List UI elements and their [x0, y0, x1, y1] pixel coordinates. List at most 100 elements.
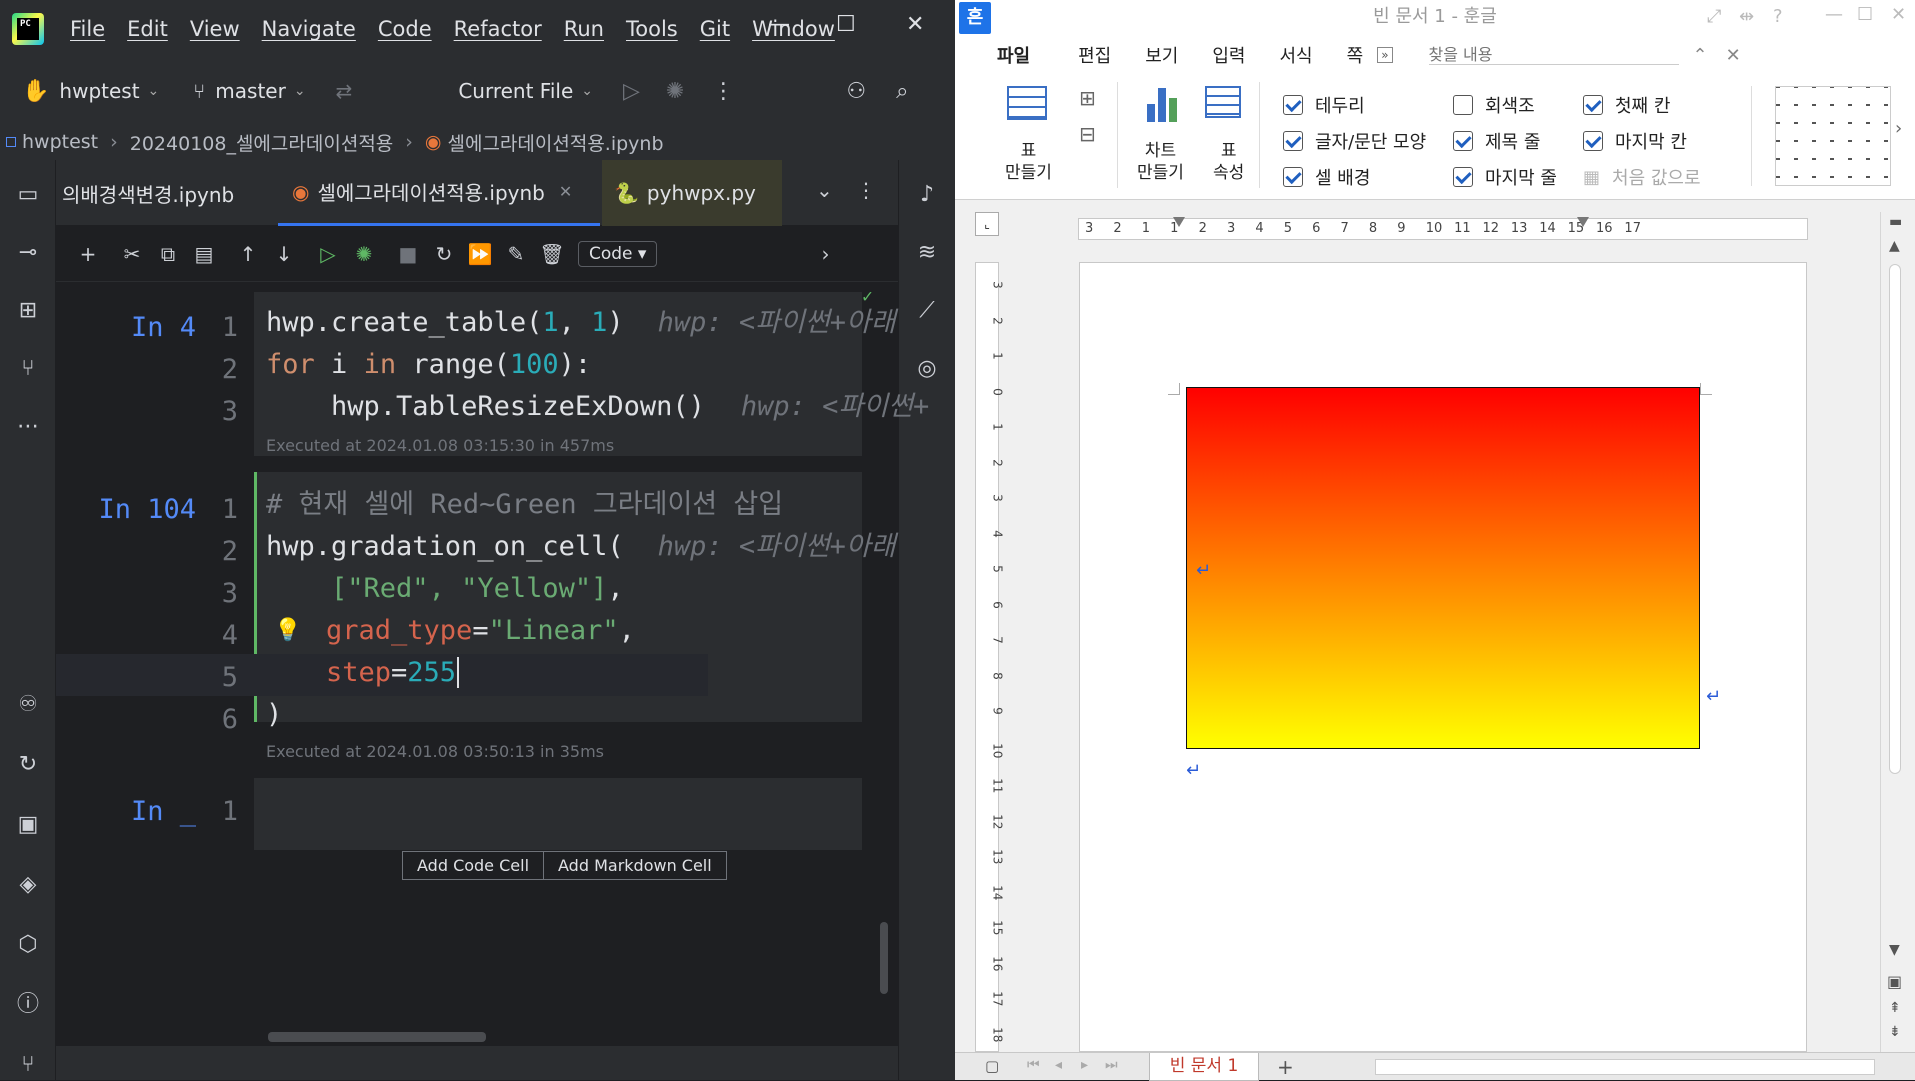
- chevron-right-icon[interactable]: ›: [807, 236, 843, 272]
- problems-icon[interactable]: ⓘ: [13, 990, 43, 1020]
- make-chart-button[interactable]: 차트 만들기: [1137, 140, 1184, 184]
- breadcrumb-project[interactable]: hwptest: [22, 131, 98, 153]
- menu-tools[interactable]: Tools: [626, 17, 678, 41]
- indent-marker-icon[interactable]: [1173, 217, 1185, 227]
- menu-file[interactable]: File: [70, 17, 105, 41]
- debug-icon[interactable]: ✺: [666, 79, 684, 104]
- table-edit-icon[interactable]: ⊞: [1079, 86, 1096, 110]
- restart-kernel-icon[interactable]: ↻: [426, 236, 462, 272]
- last-doc-icon[interactable]: ⏭: [1105, 1057, 1118, 1073]
- cut-icon[interactable]: ✂: [114, 236, 150, 272]
- more-menu-icon[interactable]: »: [1377, 47, 1393, 63]
- sciview-icon[interactable]: ⟋: [912, 296, 942, 326]
- ai-assistant-icon[interactable]: ◎: [912, 354, 942, 384]
- scroll-down-icon[interactable]: ▼: [1889, 942, 1900, 958]
- menu-page[interactable]: 쪽: [1347, 42, 1364, 68]
- more-tools-icon[interactable]: ⋯: [13, 412, 43, 442]
- move-down-icon[interactable]: ↓: [266, 236, 302, 272]
- project-folder-icon[interactable]: ▭: [13, 180, 43, 210]
- vertical-scrollbar[interactable]: [880, 922, 888, 994]
- debug-cell-icon[interactable]: ✺: [346, 236, 382, 272]
- breadcrumb-file[interactable]: 셀에그라데이션적용.ipynb: [447, 129, 663, 156]
- table-properties-button[interactable]: 표 속성: [1213, 140, 1244, 184]
- run-icon[interactable]: ▷: [623, 79, 640, 104]
- menu-format[interactable]: 서식: [1280, 42, 1313, 68]
- chevron-down-icon[interactable]: ⌄: [816, 178, 833, 202]
- notebook-editor[interactable]: ✓ In 4 1 2 3 hwp.create_table(1, 1) hwp: …: [56, 282, 929, 1054]
- chevron-right-icon[interactable]: ›: [1895, 118, 1902, 139]
- prev-doc-icon[interactable]: ◂: [1055, 1057, 1062, 1073]
- page-icon[interactable]: ▢: [985, 1057, 999, 1075]
- next-doc-icon[interactable]: ▸: [1081, 1057, 1088, 1073]
- page-view-icon[interactable]: ▣: [1887, 972, 1902, 991]
- hwp-horizontal-scrollbar[interactable]: [1375, 1059, 1875, 1075]
- right-indent-marker-icon[interactable]: [1577, 217, 1589, 227]
- stop-icon[interactable]: ■: [390, 236, 426, 272]
- minimize-icon[interactable]: —: [768, 12, 790, 37]
- database-icon[interactable]: ≋: [912, 238, 942, 268]
- check-last-col[interactable]: 마지막 칸: [1583, 128, 1687, 154]
- check-border[interactable]: 테두리: [1283, 92, 1365, 118]
- next-page-icon[interactable]: ⇟: [1889, 1024, 1901, 1040]
- menu-edit[interactable]: 편집: [1078, 42, 1111, 68]
- menu-view[interactable]: 보기: [1145, 42, 1178, 68]
- paste-icon[interactable]: ▤: [186, 236, 222, 272]
- menu-view[interactable]: View: [190, 17, 240, 41]
- ruler-corner-icon[interactable]: ⌞: [975, 212, 999, 236]
- close-ribbon-icon[interactable]: ✕: [1726, 45, 1741, 66]
- lightbulb-icon[interactable]: 💡: [274, 618, 301, 643]
- close-icon[interactable]: ✕: [1891, 4, 1906, 25]
- scroll-thumb[interactable]: [1889, 264, 1901, 774]
- prev-page-icon[interactable]: ⇞: [1889, 1000, 1901, 1016]
- services-icon[interactable]: ⬡: [13, 930, 43, 960]
- commit-icon[interactable]: ⊸: [13, 238, 43, 268]
- find-input[interactable]: [1428, 45, 1679, 65]
- cell-type-select[interactable]: Code ▾: [578, 240, 658, 267]
- doc-tab-active[interactable]: 빈 문서 1: [1149, 1053, 1259, 1081]
- help-icon[interactable]: ?: [1773, 6, 1783, 27]
- check-last-row[interactable]: 마지막 줄: [1453, 164, 1557, 190]
- menu-code[interactable]: Code: [378, 17, 432, 41]
- more-icon[interactable]: ⋮: [712, 79, 734, 104]
- chevron-up-icon[interactable]: ⌃: [1693, 45, 1708, 66]
- check-cell-bg[interactable]: 셀 배경: [1283, 164, 1370, 190]
- maximize-icon[interactable]: ☐: [836, 12, 856, 37]
- horizontal-scrollbar[interactable]: [268, 1032, 486, 1042]
- search-icon[interactable]: ⌕: [896, 79, 908, 104]
- delete-cell-icon[interactable]: 🗑: [534, 236, 570, 272]
- close-tab-icon[interactable]: ✕: [559, 182, 572, 201]
- clear-outputs-icon[interactable]: ✎: [498, 236, 534, 272]
- hwp-vertical-scrollbar[interactable]: ▬ ▲ ▼ ▣ ⇞ ⇟: [1880, 212, 1910, 1052]
- empty-code-cell[interactable]: [254, 778, 862, 850]
- add-doc-tab-button[interactable]: +: [1277, 1055, 1294, 1079]
- maximize-icon[interactable]: ☐: [1857, 4, 1873, 25]
- add-user-icon[interactable]: ⚇: [846, 79, 866, 104]
- menu-run[interactable]: Run: [564, 17, 604, 41]
- project-selector[interactable]: hwptest: [59, 79, 139, 103]
- menu-edit[interactable]: Edit: [127, 17, 168, 41]
- move-up-icon[interactable]: ↑: [230, 236, 266, 272]
- menu-file[interactable]: 파일: [997, 42, 1030, 68]
- add-cell-icon[interactable]: +: [70, 236, 106, 272]
- tab-pyhwpx[interactable]: 🐍 pyhwpx.py: [602, 160, 782, 226]
- add-markdown-cell-button[interactable]: Add Markdown Cell: [544, 851, 727, 880]
- minimize-icon[interactable]: —: [1825, 4, 1843, 25]
- check-first-col[interactable]: 첫째 칸: [1583, 92, 1670, 118]
- add-code-cell-button[interactable]: Add Code Cell: [402, 851, 545, 880]
- tab-background-color[interactable]: 의배경색변경.ipynb: [62, 160, 234, 226]
- layers-icon[interactable]: ◈: [13, 870, 43, 900]
- gradient-table-cell[interactable]: [1186, 387, 1700, 749]
- terminal-icon[interactable]: ▣: [13, 810, 43, 840]
- close-icon[interactable]: ✕: [906, 12, 924, 37]
- first-doc-icon[interactable]: ⏮: [1027, 1057, 1040, 1073]
- more-icon[interactable]: ⋮: [856, 178, 876, 202]
- check-char-para[interactable]: 글자/문단 모양: [1283, 128, 1426, 154]
- split-icon[interactable]: ▬: [1889, 214, 1902, 230]
- vcs-arrows-icon[interactable]: ⇄: [336, 79, 353, 103]
- pycharm-logo-icon[interactable]: PC: [12, 13, 44, 45]
- structure-icon[interactable]: ⊞: [13, 296, 43, 326]
- menu-insert[interactable]: 입력: [1212, 42, 1245, 68]
- python-console-icon[interactable]: ♾: [13, 690, 43, 720]
- refresh-icon[interactable]: ↻: [13, 750, 43, 780]
- scroll-up-icon[interactable]: ▲: [1889, 238, 1900, 254]
